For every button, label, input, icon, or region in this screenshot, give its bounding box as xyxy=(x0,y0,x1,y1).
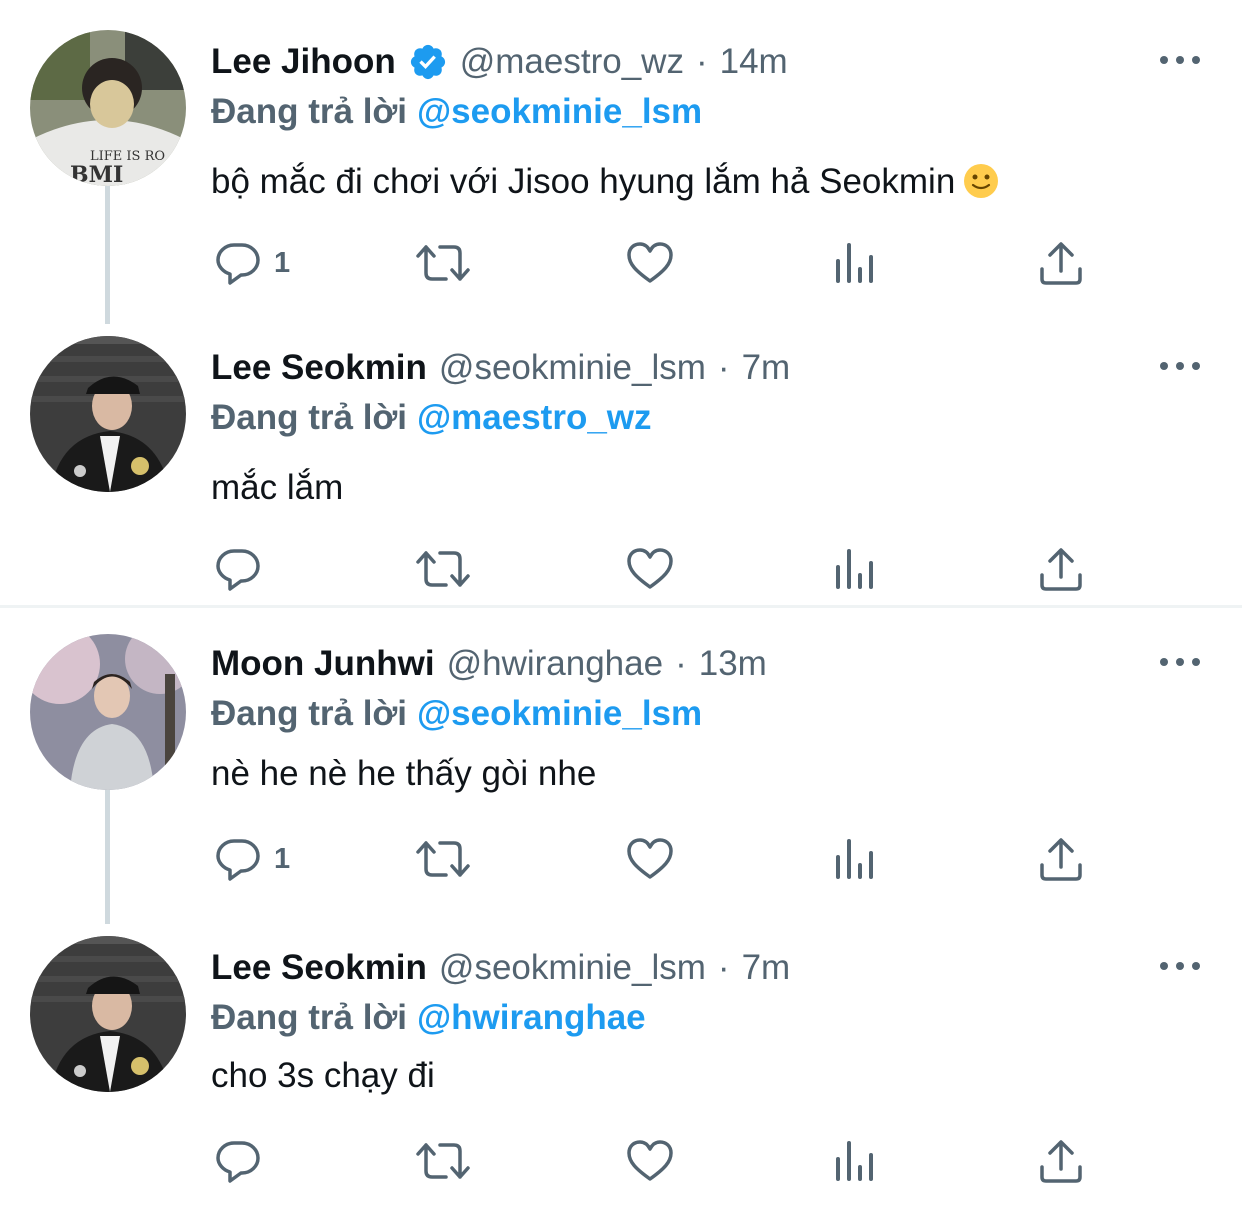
author-name[interactable]: Lee Jihoon xyxy=(211,40,396,84)
retweet-icon xyxy=(414,239,472,287)
like-button[interactable] xyxy=(626,824,674,894)
share-upload-icon xyxy=(1038,835,1084,883)
avatar[interactable] xyxy=(30,336,186,492)
tweet-header: Moon Junhwi @hwiranghae · 13m xyxy=(211,642,767,686)
avatar[interactable]: LIFE IS RO BMI xyxy=(30,30,186,186)
author-name[interactable]: Lee Seokmin xyxy=(211,346,427,390)
replying-to: Đang trả lời @seokminie_lsm xyxy=(211,692,702,736)
retweet-icon xyxy=(414,835,472,883)
like-button[interactable] xyxy=(626,228,674,298)
share-upload-icon xyxy=(1038,545,1084,593)
views-button[interactable] xyxy=(834,534,878,604)
tweet-time[interactable]: 7m xyxy=(742,946,791,990)
heart-icon xyxy=(626,1137,674,1185)
reply-prefix: Đang trả lời xyxy=(211,998,408,1037)
replying-to: Đang trả lời @hwiranghae xyxy=(211,996,646,1040)
tweet-header: Lee Seokmin @seokminie_lsm · 7m xyxy=(211,346,790,390)
share-upload-icon xyxy=(1038,1137,1084,1185)
like-button[interactable] xyxy=(626,1126,674,1196)
meta-separator: · xyxy=(717,348,730,387)
share-upload-icon xyxy=(1038,239,1084,287)
retweet-button[interactable] xyxy=(414,534,472,604)
views-button[interactable] xyxy=(834,228,878,298)
heart-icon xyxy=(626,835,674,883)
tweet-header: Lee Seokmin @seokminie_lsm · 7m xyxy=(211,946,790,990)
tweet-text: mắc lắm xyxy=(211,468,344,507)
tweet-text: nè he nè he thấy gòi nhe xyxy=(211,754,597,793)
more-dots-icon[interactable] xyxy=(1158,356,1202,376)
views-bar-chart-icon xyxy=(834,835,878,883)
tweet-time[interactable]: 7m xyxy=(742,346,791,390)
tweet-text: bộ mắc đi chơi với Jisoo hyung lắm hả Se… xyxy=(211,160,999,204)
verified-badge-icon xyxy=(408,42,448,82)
tweet-1[interactable]: LIFE IS RO BMI Lee Jihoon @maestro_wz · … xyxy=(0,14,1242,314)
reply-count: 1 xyxy=(274,842,291,875)
reply-count: 1 xyxy=(274,246,291,279)
author-handle[interactable]: @maestro_wz xyxy=(460,40,684,84)
replying-to: Đang trả lời @maestro_wz xyxy=(211,396,652,440)
avatar[interactable] xyxy=(30,634,186,790)
share-button[interactable] xyxy=(1038,824,1084,894)
views-button[interactable] xyxy=(834,824,878,894)
retweet-button[interactable] xyxy=(414,1126,472,1196)
avatar[interactable] xyxy=(30,936,186,1092)
more-dots-icon[interactable] xyxy=(1158,652,1202,672)
reply-prefix: Đang trả lời xyxy=(211,694,408,733)
views-bar-chart-icon xyxy=(834,545,878,593)
author-handle[interactable]: @hwiranghae xyxy=(447,642,664,686)
slightly-smiling-face-emoji xyxy=(963,163,999,199)
reply-bubble-icon xyxy=(214,545,262,593)
tweet-time[interactable]: 13m xyxy=(699,642,767,686)
tweet-header: Lee Jihoon @maestro_wz · 14m xyxy=(211,40,788,84)
retweet-icon xyxy=(414,545,472,593)
reply-to-handle[interactable]: @hwiranghae xyxy=(417,998,646,1037)
action-bar: 1 xyxy=(0,824,1242,894)
replying-to: Đang trả lời @seokminie_lsm xyxy=(211,90,702,134)
meta-separator: · xyxy=(675,644,687,683)
views-bar-chart-icon xyxy=(834,1137,878,1185)
tweet-3[interactable]: Moon Junhwi @hwiranghae · 13m Đang trả l… xyxy=(0,614,1242,914)
avatar-shirt-text2: BMI xyxy=(70,162,123,186)
reply-button[interactable]: 1 xyxy=(214,228,290,298)
reply-button[interactable] xyxy=(214,534,274,604)
share-button[interactable] xyxy=(1038,1126,1084,1196)
reply-to-handle[interactable]: @seokminie_lsm xyxy=(417,694,702,733)
reply-bubble-icon xyxy=(214,835,262,883)
reply-button[interactable]: 1 xyxy=(214,824,290,894)
tweet-4[interactable]: Lee Seokmin @seokminie_lsm · 7m Đang trả… xyxy=(0,920,1242,1220)
share-button[interactable] xyxy=(1038,534,1084,604)
views-bar-chart-icon xyxy=(834,239,878,287)
reply-prefix: Đang trả lời xyxy=(211,92,408,131)
action-bar: 1 xyxy=(0,228,1242,298)
retweet-button[interactable] xyxy=(414,228,472,298)
tweet-time[interactable]: 14m xyxy=(720,40,788,84)
tweet-2[interactable]: Lee Seokmin @seokminie_lsm · 7m Đang trả… xyxy=(0,320,1242,620)
reply-button[interactable] xyxy=(214,1126,274,1196)
like-button[interactable] xyxy=(626,534,674,604)
meta-separator: · xyxy=(717,948,730,987)
retweet-icon xyxy=(414,1137,472,1185)
heart-icon xyxy=(626,545,674,593)
more-dots-icon[interactable] xyxy=(1158,956,1202,976)
retweet-button[interactable] xyxy=(414,824,472,894)
reply-to-handle[interactable]: @maestro_wz xyxy=(417,398,652,437)
author-name[interactable]: Lee Seokmin xyxy=(211,946,427,990)
tweet-text-body: bộ mắc đi chơi với Jisoo hyung lắm hả Se… xyxy=(211,162,956,201)
reply-bubble-icon xyxy=(214,1137,262,1185)
heart-icon xyxy=(626,239,674,287)
reply-prefix: Đang trả lời xyxy=(211,398,408,437)
reply-bubble-icon xyxy=(214,239,262,287)
action-bar xyxy=(0,1126,1242,1196)
action-bar xyxy=(0,534,1242,604)
reply-to-handle[interactable]: @seokminie_lsm xyxy=(417,92,702,131)
views-button[interactable] xyxy=(834,1126,878,1196)
more-dots-icon[interactable] xyxy=(1158,50,1202,70)
author-handle[interactable]: @seokminie_lsm xyxy=(439,946,706,990)
author-name[interactable]: Moon Junhwi xyxy=(211,642,435,686)
author-handle[interactable]: @seokminie_lsm xyxy=(439,346,706,390)
meta-separator: · xyxy=(695,42,708,81)
conversation-divider xyxy=(0,605,1242,608)
tweet-text: cho 3s chạy đi xyxy=(211,1056,435,1095)
share-button[interactable] xyxy=(1038,228,1084,298)
